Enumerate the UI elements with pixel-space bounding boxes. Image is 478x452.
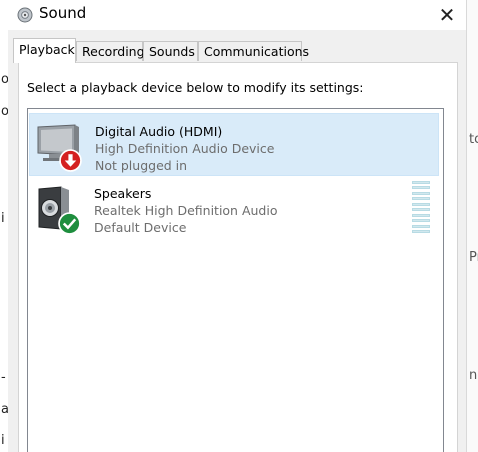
level-meter-segment (412, 186, 430, 190)
level-meter-segment (412, 202, 430, 206)
tab-sounds[interactable]: Sounds (143, 41, 198, 61)
level-meter-segment (412, 191, 430, 195)
close-button[interactable]: ✕ (428, 0, 466, 30)
instruction-text: Select a playback device below to modify… (27, 80, 364, 95)
background-text-fragment: nc (469, 368, 478, 383)
device-status: Default Device (94, 220, 187, 235)
level-meter-segment (412, 224, 430, 228)
level-meter-segment (412, 213, 430, 217)
device-status: Not plugged in (95, 158, 188, 173)
volume-level-meter (412, 181, 430, 233)
green-check-icon (58, 212, 81, 235)
tab-playback[interactable]: Playback (13, 38, 76, 63)
tab-communications[interactable]: Communications (198, 41, 309, 61)
background-text-fragment: Pr (469, 250, 478, 265)
level-meter-segment (412, 197, 430, 201)
level-meter-segment (412, 181, 430, 184)
level-meter-segment (412, 229, 430, 233)
level-meter-segment (412, 208, 430, 212)
device-speakers[interactable]: Speakers Realtek High Definition Audio D… (29, 179, 439, 242)
device-driver: Realtek High Definition Audio (94, 203, 278, 218)
device-name: Speakers (94, 186, 152, 201)
background-text-fragment: i (1, 211, 5, 226)
background-text-fragment: to (469, 132, 478, 147)
background-window-right: to Pr nc (466, 0, 478, 452)
tab-recording[interactable]: Recording (76, 41, 145, 61)
speaker-icon (17, 7, 33, 23)
level-meter-segment (412, 219, 430, 223)
background-text-fragment: - (1, 370, 6, 385)
device-digital-audio-hdmi[interactable]: Digital Audio (HDMI) High Definition Aud… (29, 113, 439, 176)
device-driver: High Definition Audio Device (95, 141, 275, 156)
window-title: Sound (39, 4, 87, 22)
device-list[interactable]: Digital Audio (HDMI) High Definition Aud… (27, 108, 444, 452)
red-down-arrow-icon (59, 149, 82, 172)
close-icon: ✕ (438, 3, 456, 27)
sound-dialog: Sound ✕ Playback Recording Sounds Commun… (8, 0, 466, 452)
device-name: Digital Audio (HDMI) (95, 124, 223, 139)
background-text-fragment: i (1, 433, 5, 448)
title-bar[interactable]: Sound ✕ (8, 0, 466, 30)
